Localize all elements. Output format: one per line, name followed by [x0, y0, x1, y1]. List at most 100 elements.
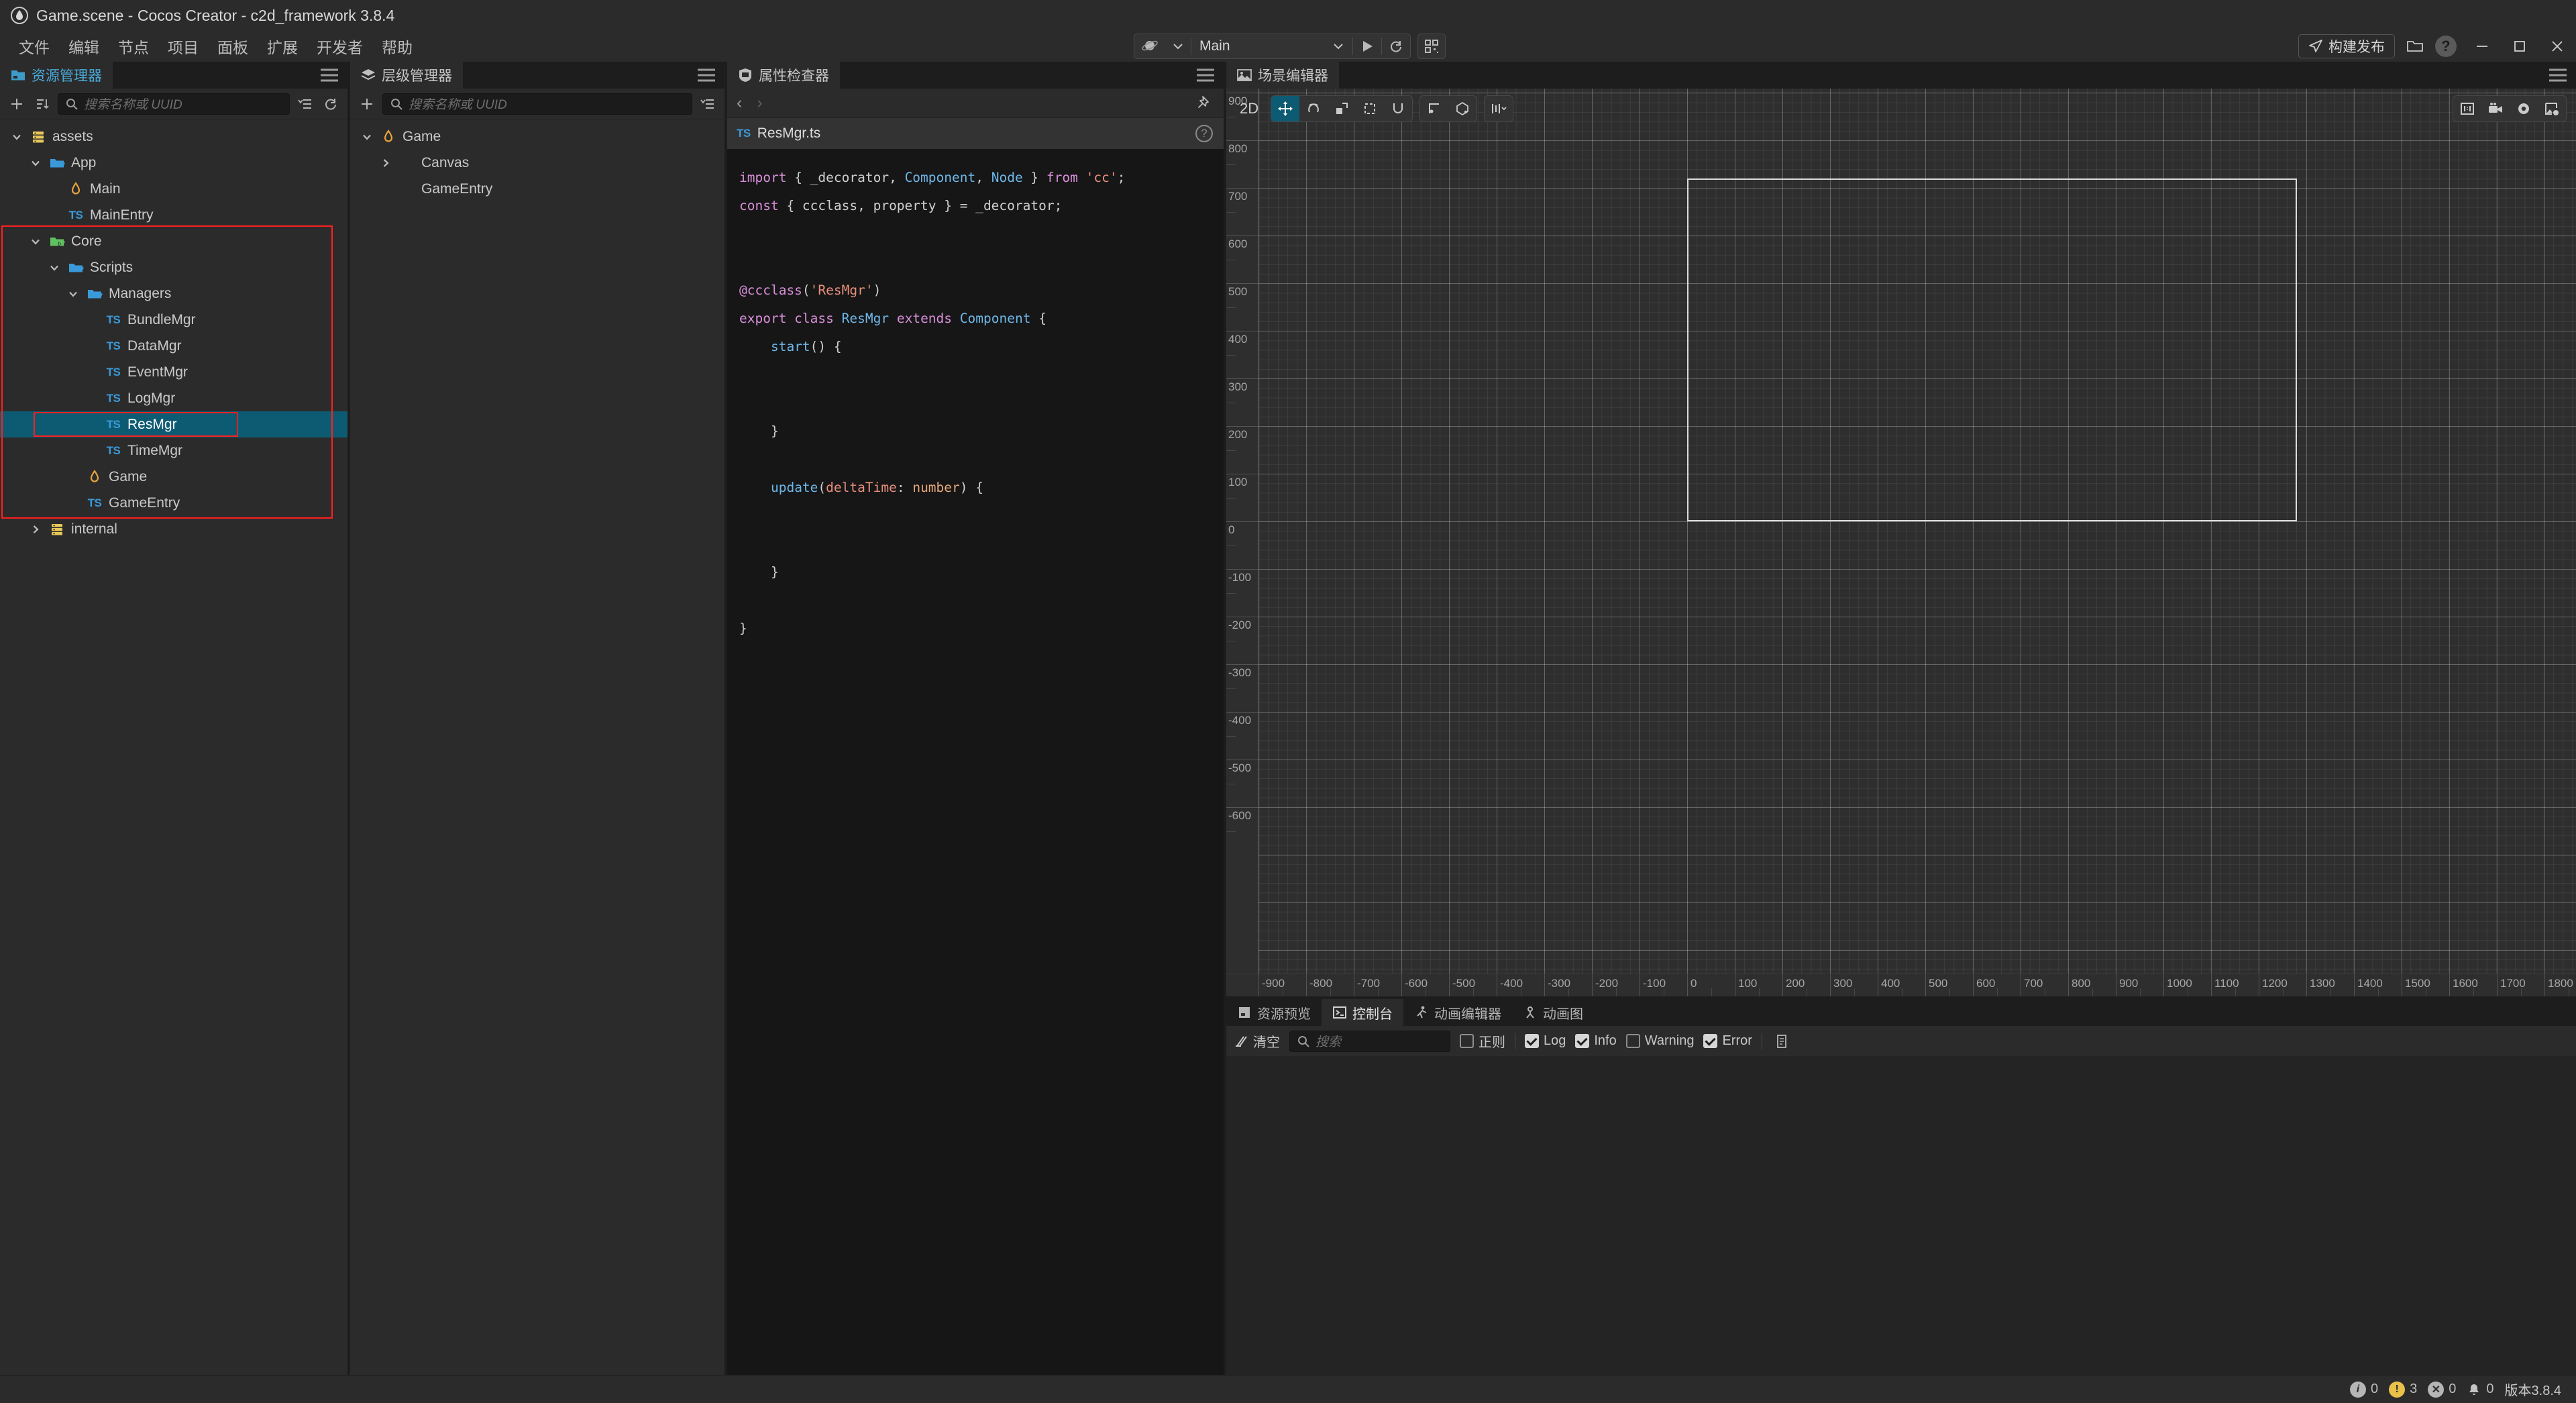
move-tool-button[interactable]: [1271, 96, 1300, 121]
asset-item-row[interactable]: TS GameEntry: [0, 490, 347, 516]
console-filter-正则[interactable]: 正则: [1460, 1031, 1505, 1051]
console-export-button[interactable]: [1772, 1031, 1792, 1051]
menu-item-project[interactable]: 项目: [158, 32, 208, 60]
assets-search-input[interactable]: 搜索名称或 UUID: [58, 93, 290, 115]
asset-item-row[interactable]: b Core: [0, 228, 347, 254]
console-tab-0[interactable]: 资源预览: [1226, 999, 1322, 1026]
status-error[interactable]: ✕ 0: [2428, 1381, 2456, 1398]
console-filter-error[interactable]: Error: [1703, 1033, 1752, 1049]
asset-item-row[interactable]: Main: [0, 176, 347, 202]
hierarchy-item-row[interactable]: Canvas: [350, 150, 724, 176]
menu-item-extension[interactable]: 扩展: [258, 32, 307, 60]
play-button[interactable]: [1353, 34, 1381, 58]
status-info[interactable]: i 0: [2350, 1381, 2378, 1398]
pivot-tool-button[interactable]: [1420, 96, 1448, 121]
asset-item-row[interactable]: TS MainEntry: [0, 202, 347, 228]
asset-item-row[interactable]: TS DataMgr: [0, 333, 347, 359]
chevron-down-icon[interactable]: [9, 129, 24, 144]
help-icon[interactable]: ?: [1195, 125, 1213, 142]
scene-select[interactable]: Main: [1191, 34, 1352, 58]
status-warning[interactable]: ! 3: [2389, 1381, 2417, 1398]
camera-button[interactable]: [2481, 96, 2510, 121]
asset-item-row[interactable]: TS LogMgr: [0, 385, 347, 411]
scene-panel-menu-button[interactable]: [2549, 68, 2567, 82]
open-folder-button[interactable]: [2402, 34, 2428, 58]
scene-2d-toggle[interactable]: 2D: [1234, 100, 1264, 117]
tab-assets[interactable]: 资源管理器: [0, 62, 113, 89]
coord-tool-button[interactable]: [1448, 96, 1477, 121]
chevron-right-icon[interactable]: [28, 522, 43, 537]
chevron-right-icon[interactable]: [378, 156, 393, 170]
status-notifications[interactable]: 0: [2467, 1382, 2494, 1397]
add-asset-button[interactable]: [7, 94, 27, 114]
menu-item-node[interactable]: 节点: [109, 32, 158, 60]
console-filter-info[interactable]: Info: [1575, 1033, 1617, 1049]
hierarchy-filter-button[interactable]: [698, 94, 718, 114]
ratio-1-1-button[interactable]: [2453, 96, 2481, 121]
close-button[interactable]: [2538, 31, 2576, 62]
assets-tree[interactable]: assets App Main TS MainEntry b Core Scripts …: [0, 119, 347, 1375]
console-search-input[interactable]: 搜索: [1289, 1030, 1450, 1052]
help-button[interactable]: ?: [2432, 34, 2459, 58]
console-tab-3[interactable]: 动画图: [1512, 999, 1594, 1026]
inspector-forward-button[interactable]: ›: [757, 93, 762, 113]
add-node-button[interactable]: [357, 94, 377, 114]
checkbox[interactable]: [1625, 1034, 1640, 1048]
asset-item-row[interactable]: Game: [0, 464, 347, 490]
chevron-down-icon[interactable]: [28, 156, 43, 170]
assets-filter-button[interactable]: [295, 94, 315, 114]
rect-tool-button[interactable]: [1356, 96, 1384, 121]
menu-item-edit[interactable]: 编辑: [59, 32, 109, 60]
console-filter-warning[interactable]: Warning: [1625, 1033, 1694, 1049]
scale-tool-button[interactable]: [1328, 96, 1356, 121]
qr-code-button[interactable]: [1417, 34, 1446, 59]
assets-refresh-button[interactable]: [321, 94, 341, 114]
minimize-button[interactable]: [2463, 31, 2501, 62]
checkbox[interactable]: [1525, 1034, 1539, 1048]
console-clear-button[interactable]: 清空: [1234, 1031, 1280, 1051]
chevron-down-icon[interactable]: [47, 260, 62, 275]
hierarchy-search-input[interactable]: 搜索名称或 UUID: [382, 93, 692, 115]
asset-item-row[interactable]: TS EventMgr: [0, 359, 347, 385]
rotate-tool-button[interactable]: [1299, 96, 1328, 121]
preview-platform-chevron-icon[interactable]: [1165, 34, 1191, 58]
asset-item-row[interactable]: assets: [0, 123, 347, 150]
magnet-tool-button[interactable]: [1384, 96, 1412, 121]
console-filter-log[interactable]: Log: [1525, 1033, 1566, 1049]
scene-settings-button[interactable]: [2510, 96, 2538, 121]
pin-icon[interactable]: [1197, 95, 1213, 111]
asset-item-row[interactable]: App: [0, 150, 347, 176]
menu-item-panel[interactable]: 面板: [208, 32, 258, 60]
refresh-button[interactable]: [1382, 34, 1410, 58]
asset-item-row[interactable]: Scripts: [0, 254, 347, 280]
menu-item-help[interactable]: 帮助: [372, 32, 422, 60]
preview-platform-button[interactable]: [1134, 34, 1165, 58]
scene-viewport[interactable]: 900 800 700 600 500 400 300 200 100 0 -100 -200 -300…: [1226, 89, 2576, 996]
layer-tool-button[interactable]: [1485, 96, 1513, 121]
menu-item-developer[interactable]: 开发者: [307, 32, 372, 60]
asset-item-row[interactable]: internal: [0, 516, 347, 542]
hierarchy-item-row[interactable]: Game: [350, 123, 724, 150]
hierarchy-item-row[interactable]: GameEntry: [350, 176, 724, 202]
hierarchy-panel-menu-button[interactable]: [698, 68, 715, 82]
assets-panel-menu-button[interactable]: [321, 68, 338, 82]
build-publish-button[interactable]: 构建发布: [2298, 34, 2395, 58]
checkbox[interactable]: [1703, 1034, 1718, 1048]
chevron-down-icon[interactable]: [66, 287, 80, 301]
image-settings-button[interactable]: [2538, 96, 2566, 121]
asset-item-row[interactable]: Managers: [0, 280, 347, 307]
inspector-panel-menu-button[interactable]: [1197, 68, 1214, 82]
checkbox[interactable]: [1575, 1034, 1590, 1048]
chevron-down-icon[interactable]: [28, 234, 43, 249]
maximize-button[interactable]: [2501, 31, 2538, 62]
console-tab-2[interactable]: 动画编辑器: [1403, 999, 1512, 1026]
tab-scene-editor[interactable]: 场景编辑器: [1226, 62, 1339, 89]
console-tab-1[interactable]: 控制台: [1322, 999, 1403, 1026]
inspector-back-button[interactable]: ‹: [737, 93, 742, 113]
asset-item-row[interactable]: TS TimeMgr: [0, 437, 347, 464]
menu-item-file[interactable]: 文件: [9, 32, 59, 60]
checkbox[interactable]: [1460, 1034, 1474, 1048]
hierarchy-tree[interactable]: Game Canvas GameEntry: [350, 119, 724, 1375]
chevron-down-icon[interactable]: [360, 129, 374, 144]
sort-assets-button[interactable]: [32, 94, 52, 114]
